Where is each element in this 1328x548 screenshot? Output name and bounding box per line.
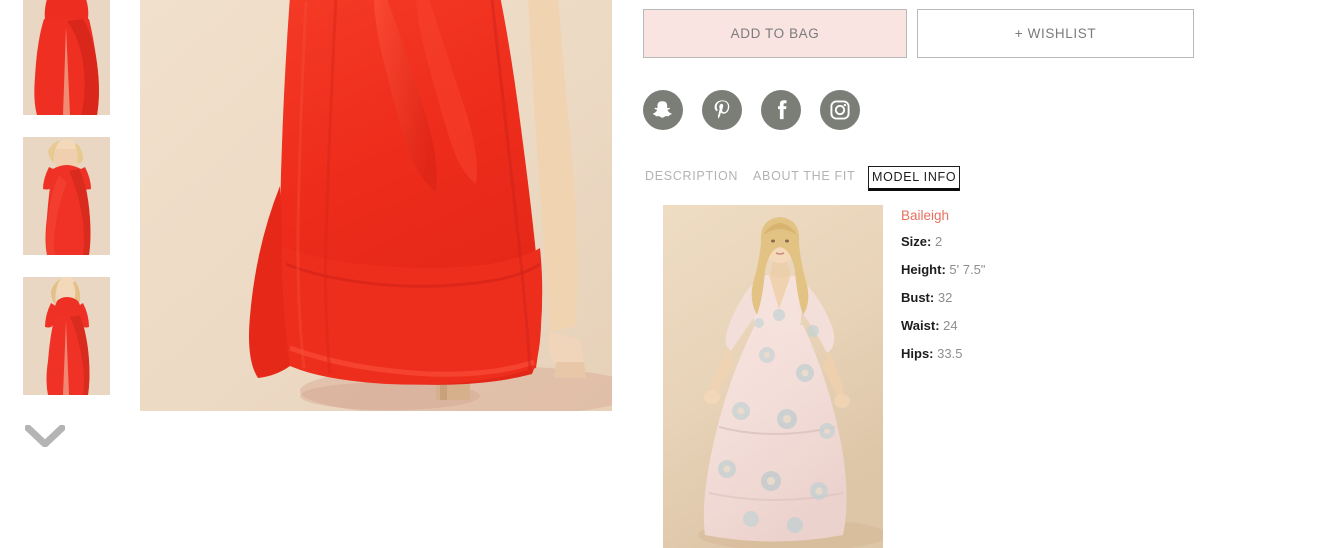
action-buttons: ADD TO BAG + WISHLIST [643,9,1194,58]
gallery-next-chevron-down-icon[interactable] [25,425,65,447]
thumbnail-2-image [23,137,110,255]
model-info-panel: Baileigh Size: 2 Height: 5' 7.5" Bust: 3… [663,205,1203,548]
model-spec-waist: Waist: 24 [901,319,1191,333]
model-spec-bust-label: Bust: [901,290,935,305]
add-to-bag-button[interactable]: ADD TO BAG [643,9,907,58]
model-spec-size-label: Size: [901,234,932,249]
thumbnail-rail [23,0,110,417]
model-spec-hips-label: Hips: [901,346,934,361]
product-page: ADD TO BAG + WISHLIST DESCRIPTION ABOUT … [0,0,1328,548]
model-spec-height: Height: 5' 7.5" [901,263,1191,277]
instagram-icon[interactable] [820,90,860,130]
model-spec-hips: Hips: 33.5 [901,347,1191,361]
pinterest-icon[interactable] [702,90,742,130]
model-measurements: Baileigh Size: 2 Height: 5' 7.5" Bust: 3… [901,208,1191,375]
main-product-image[interactable] [140,0,612,411]
thumbnail-3[interactable] [23,277,110,395]
model-name: Baileigh [901,208,950,223]
tab-description[interactable]: DESCRIPTION [643,166,740,188]
model-spec-hips-value: 33.5 [937,346,963,361]
model-spec-waist-value: 24 [943,318,958,333]
tab-about-the-fit[interactable]: ABOUT THE FIT [751,166,857,188]
model-photo-graphic [663,205,883,548]
model-spec-size: Size: 2 [901,235,1191,249]
model-spec-waist-label: Waist: [901,318,940,333]
thumbnail-2[interactable] [23,137,110,255]
main-product-image-graphic [140,0,612,411]
thumbnail-3-image [23,277,110,395]
thumbnail-1-image [23,0,110,115]
tab-model-info[interactable]: MODEL INFO [868,166,961,191]
model-spec-bust: Bust: 32 [901,291,1191,305]
model-spec-bust-value: 32 [937,290,953,305]
thumbnail-1[interactable] [23,0,110,115]
model-spec-height-value: 5' 7.5" [949,262,986,277]
snapchat-icon[interactable] [643,90,683,130]
model-photo[interactable] [663,205,883,548]
model-spec-size-value: 2 [934,234,943,249]
social-share-row [643,90,860,130]
facebook-icon[interactable] [761,90,801,130]
add-to-wishlist-button[interactable]: + WISHLIST [917,9,1194,58]
model-spec-height-label: Height: [901,262,946,277]
